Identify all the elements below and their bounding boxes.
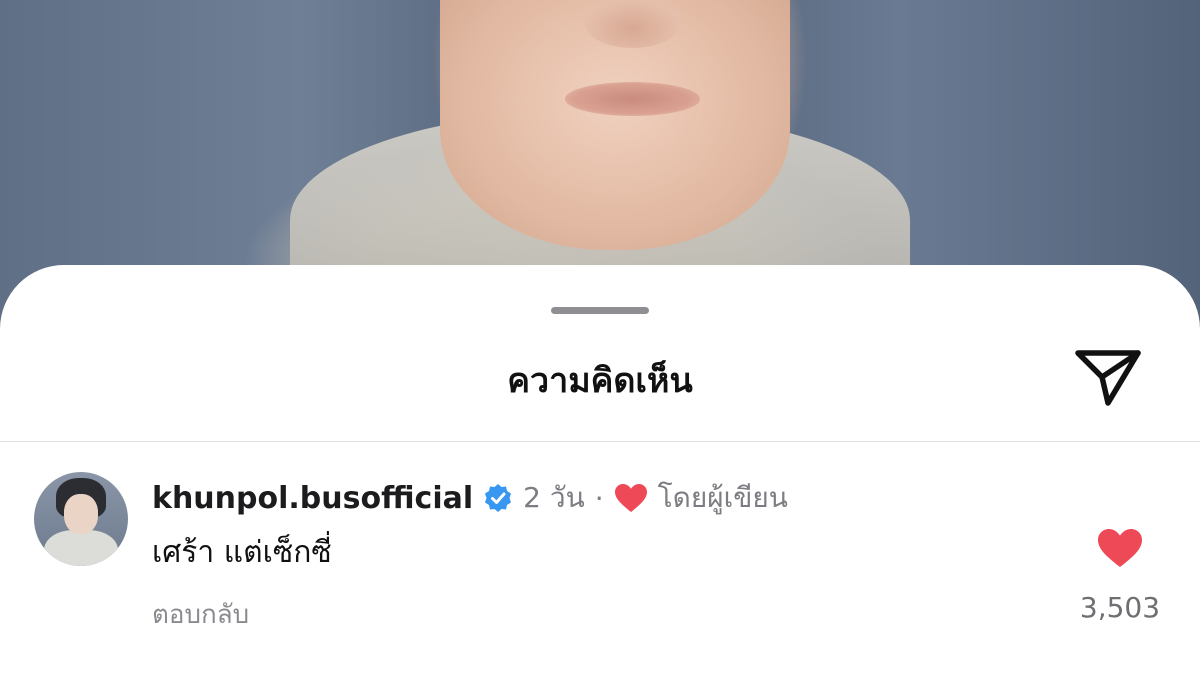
comment-meta: khunpol.busofficial 2 วัน · โดยผู้เขียน: [152, 478, 788, 518]
comment-text: เศร้า แต่เซ็กซี่: [152, 535, 332, 570]
sheet-grabber[interactable]: [551, 307, 649, 314]
like-button[interactable]: [1094, 524, 1146, 572]
avatar-body: [44, 530, 118, 566]
author-label: โดยผู้เขียน: [657, 481, 788, 514]
heart-icon: [1098, 529, 1142, 567]
avatar-face: [64, 494, 98, 534]
comments-screen: ความคิดเห็น khunpol.busofficial 2 วัน · …: [0, 0, 1200, 675]
comment-time: 2 วัน: [523, 481, 585, 514]
reply-button[interactable]: ตอบกลับ: [152, 592, 249, 638]
send-icon: [1075, 350, 1141, 406]
photo-mouth: [565, 82, 700, 116]
photo-nose: [585, 0, 680, 48]
meta-separator: ·: [594, 481, 604, 515]
username[interactable]: khunpol.busofficial: [152, 481, 473, 516]
comment-item: khunpol.busofficial 2 วัน · โดยผู้เขียน …: [0, 442, 1200, 675]
verified-badge-icon: [483, 483, 513, 513]
share-button[interactable]: [1072, 345, 1144, 411]
like-count: 3,503: [1079, 591, 1161, 624]
avatar[interactable]: [34, 472, 128, 566]
heart-icon: [614, 483, 648, 513]
sheet-title: ความคิดเห็น: [507, 361, 693, 401]
comments-sheet: ความคิดเห็น khunpol.busofficial 2 วัน · …: [0, 265, 1200, 675]
